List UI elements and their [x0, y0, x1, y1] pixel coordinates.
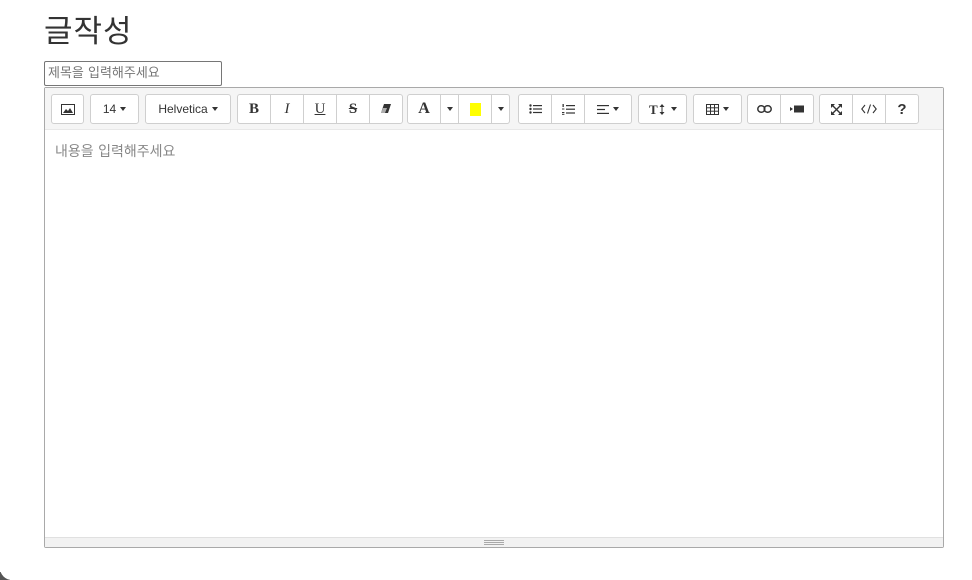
highlight-color-button[interactable] [458, 94, 492, 124]
picture-icon [60, 103, 75, 115]
line-height-dropdown[interactable]: T [638, 94, 687, 124]
highlight-color-dropdown[interactable] [491, 94, 510, 124]
strikethrough-button[interactable]: S [336, 94, 370, 124]
link-icon [756, 105, 772, 113]
numbered-list-icon [561, 103, 575, 115]
ordered-list-button[interactable] [551, 94, 585, 124]
font-color-button[interactable]: A [407, 94, 441, 124]
fullscreen-button[interactable] [819, 94, 853, 124]
text-style-group: B I U S [237, 94, 403, 124]
align-dropdown[interactable] [584, 94, 632, 124]
editor-resize-handle[interactable] [45, 537, 943, 547]
paragraph-group [518, 94, 632, 124]
bold-icon: B [248, 100, 259, 117]
text-height-icon: T [649, 103, 664, 116]
svg-text:T: T [649, 103, 658, 116]
underline-button[interactable]: U [303, 94, 337, 124]
chevron-down-icon [120, 107, 127, 111]
italic-button[interactable]: I [270, 94, 304, 124]
color-group: A [407, 94, 510, 124]
strikethrough-icon: S [348, 100, 358, 117]
table-icon [706, 103, 719, 115]
table-group [693, 94, 742, 124]
bold-button[interactable]: B [237, 94, 271, 124]
help-icon: ? [897, 100, 907, 118]
chevron-down-icon [613, 107, 619, 111]
insert-link-button[interactable] [747, 94, 781, 124]
table-dropdown[interactable] [693, 94, 742, 124]
code-view-button[interactable] [852, 94, 886, 124]
insert-picture-group [51, 94, 84, 124]
insert-video-button[interactable] [780, 94, 814, 124]
chevron-down-icon [497, 107, 504, 111]
insert-picture-button[interactable] [51, 94, 84, 124]
chevron-down-icon [211, 107, 218, 111]
chevron-down-icon [723, 107, 729, 111]
editor-toolbar: 14 Helvetica B I U S A T ? [45, 88, 943, 130]
font-family-value: Helvetica [158, 102, 208, 116]
font-size-dropdown[interactable]: 14 [90, 94, 139, 124]
expand-icon [830, 103, 842, 115]
unordered-list-button[interactable] [518, 94, 552, 124]
title-input[interactable] [44, 61, 222, 86]
font-color-icon: A [418, 100, 430, 117]
editor-content[interactable]: 내용을 입력해주세요 [45, 131, 943, 536]
font-size-group: 14 [90, 94, 139, 124]
font-family-dropdown[interactable]: Helvetica [145, 94, 231, 124]
insert-group [747, 94, 814, 124]
align-left-icon [597, 104, 609, 114]
page-title: 글작성 [44, 14, 133, 50]
chevron-down-icon [446, 107, 453, 111]
chevron-down-icon [670, 107, 677, 111]
content-placeholder: 내용을 입력해주세요 [55, 144, 176, 160]
italic-icon: I [284, 100, 290, 117]
clear-format-button[interactable] [369, 94, 403, 124]
font-color-dropdown[interactable] [440, 94, 459, 124]
line-height-group: T [638, 94, 687, 124]
video-icon [790, 105, 804, 113]
rich-text-editor: 14 Helvetica B I U S A T ? 내용을 입력해주세요 [44, 87, 944, 548]
code-icon [861, 104, 877, 114]
font-family-group: Helvetica [145, 94, 231, 124]
underline-icon: U [314, 100, 326, 117]
highlight-swatch-icon [469, 102, 481, 116]
help-button[interactable]: ? [885, 94, 919, 124]
eraser-icon [381, 104, 391, 113]
bullet-list-icon [528, 104, 542, 114]
font-size-value: 14 [102, 102, 117, 116]
view-group: ? [819, 94, 919, 124]
grip-icon [484, 540, 504, 545]
window-corner [0, 568, 972, 580]
